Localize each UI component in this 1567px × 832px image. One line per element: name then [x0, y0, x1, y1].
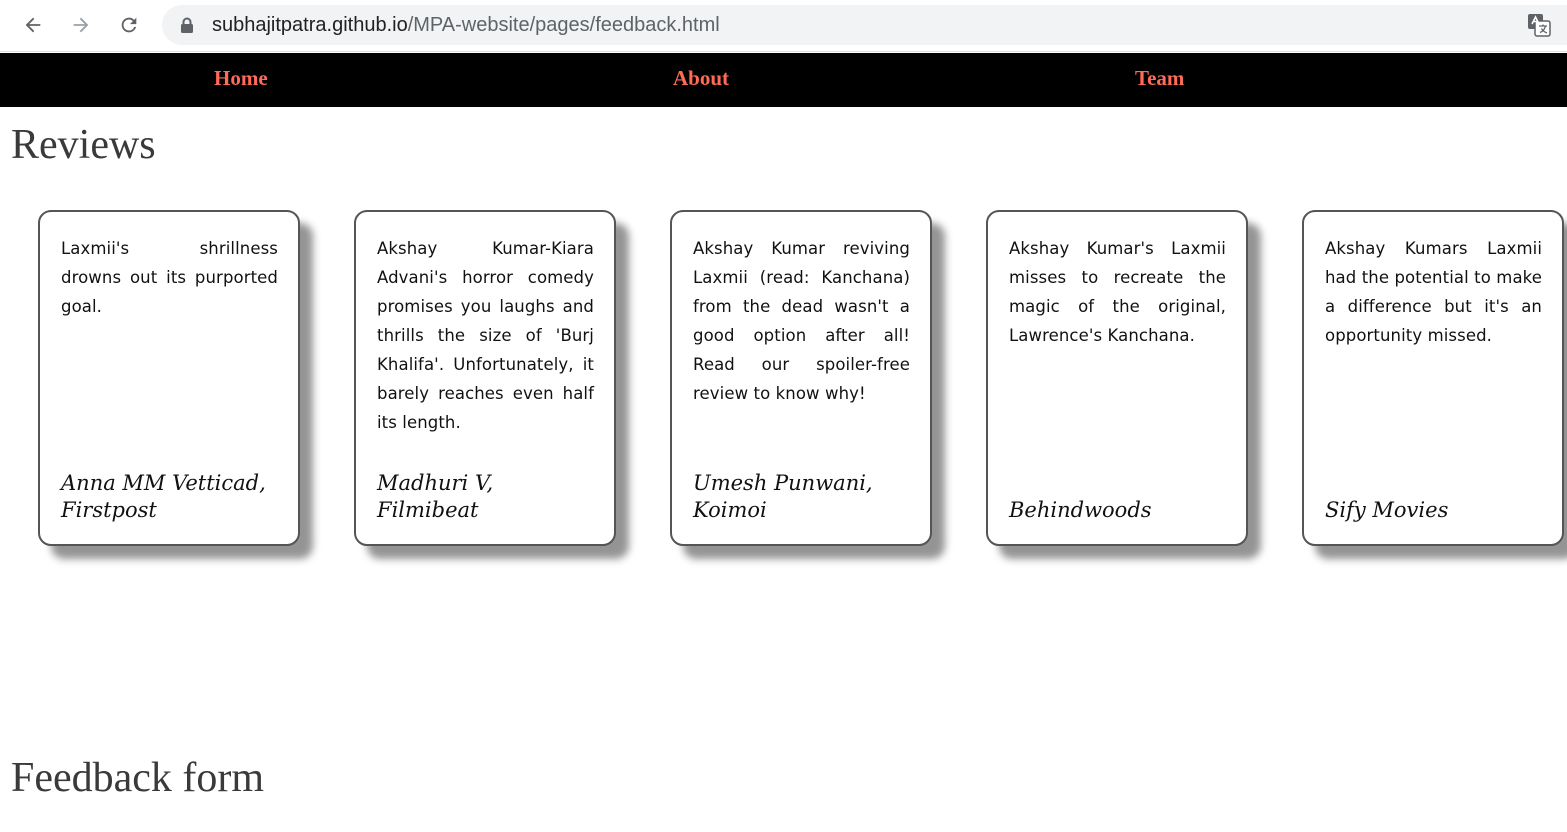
translate-icon[interactable] — [1527, 13, 1551, 37]
review-author: Madhuri V, Filmibeat — [377, 471, 494, 522]
review-author: Anna MM Vetticad, Firstpost — [61, 471, 266, 522]
review-card: Akshay Kumar's Laxmii misses to recreate… — [986, 210, 1248, 546]
review-text: Akshay Kumar-Kiara Advani's horror comed… — [377, 239, 594, 432]
forward-button[interactable] — [64, 8, 98, 42]
nav-link-home[interactable]: Home — [214, 66, 268, 91]
url-host: subhajitpatra.github.io — [212, 14, 408, 36]
reload-button[interactable] — [112, 8, 146, 42]
review-author: Sify Movies — [1325, 498, 1449, 522]
review-text: Laxmii's shrillness drowns out its purpo… — [61, 239, 278, 316]
url-path: /MPA-website/pages/feedback.html — [407, 14, 720, 36]
review-card: Laxmii's shrillness drowns out its purpo… — [38, 210, 300, 546]
review-text: Akshay Kumars Laxmii had the potential t… — [1325, 239, 1542, 345]
nav-link-team[interactable]: Team — [1135, 66, 1184, 91]
review-card: Akshay Kumars Laxmii had the potential t… — [1302, 210, 1564, 546]
review-author: Umesh Punwani, Koimoi — [693, 471, 873, 522]
back-arrow-icon — [25, 17, 41, 33]
review-card: Akshay Kumar reviving Laxmii (read: Kanc… — [670, 210, 932, 546]
browser-toolbar: subhajitpatra.github.io/MPA-website/page… — [0, 0, 1567, 52]
review-text: Akshay Kumar's Laxmii misses to recreate… — [1009, 239, 1226, 345]
back-button[interactable] — [16, 8, 50, 42]
review-text: Akshay Kumar reviving Laxmii (read: Kanc… — [693, 239, 910, 403]
feedback-form-heading: Feedback form — [11, 755, 265, 801]
reload-icon — [121, 17, 137, 33]
site-navbar: Home About Team — [0, 53, 1567, 107]
forward-arrow-icon — [73, 17, 89, 33]
review-card: Akshay Kumar-Kiara Advani's horror comed… — [354, 210, 616, 546]
lock-icon — [181, 17, 193, 33]
review-author: Behindwoods — [1009, 498, 1152, 522]
url-text: subhajitpatra.github.io/MPA-website/page… — [212, 14, 720, 37]
reviews-heading: Reviews — [11, 122, 156, 168]
address-bar[interactable]: subhajitpatra.github.io/MPA-website/page… — [162, 5, 1567, 45]
nav-link-about[interactable]: About — [673, 66, 729, 91]
